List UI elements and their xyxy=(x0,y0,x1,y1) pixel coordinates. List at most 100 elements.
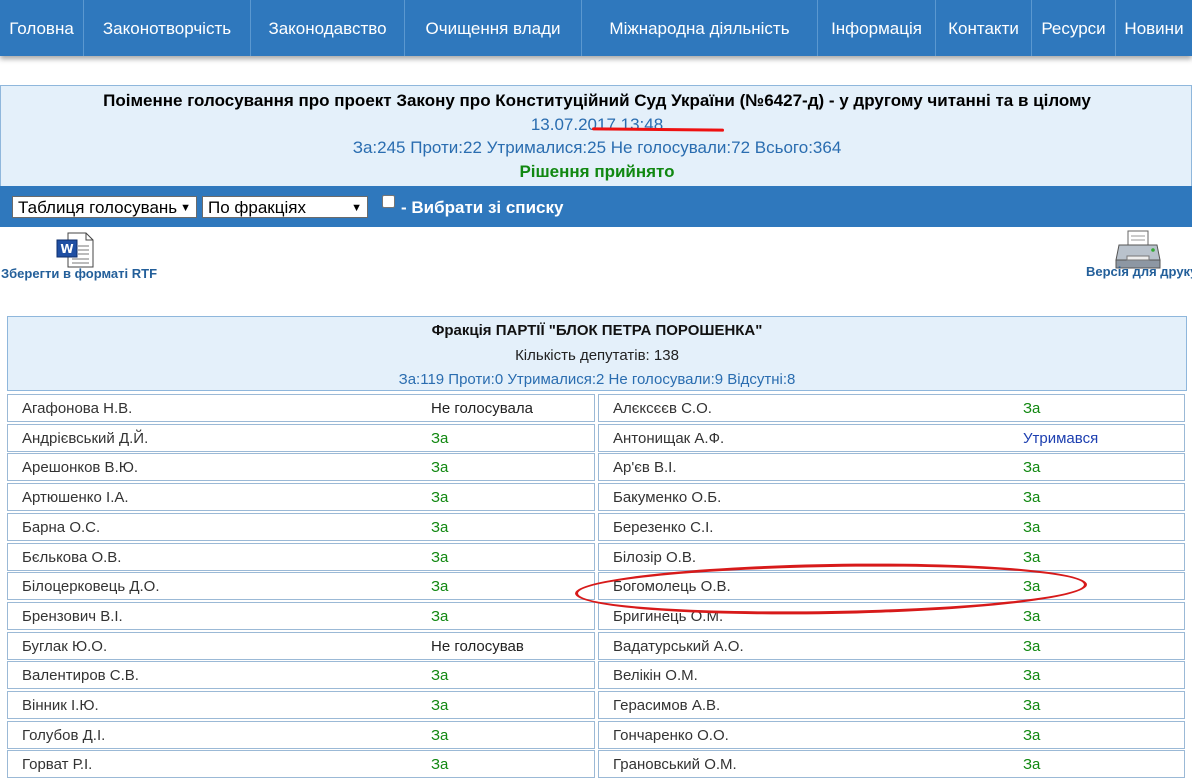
deputy-vote: За xyxy=(1023,667,1041,684)
deputy-vote: За xyxy=(431,459,449,476)
vote-title: Поіменне голосування про проект Закону п… xyxy=(103,91,1091,110)
deputy-vote: За xyxy=(1023,549,1041,566)
deputy-name: Валентиров С.В. xyxy=(22,667,139,684)
deputy-name: Артюшенко І.А. xyxy=(22,489,129,506)
deputy-vote: За xyxy=(1023,519,1041,536)
voter-row: Андрієвський Д.Й. За xyxy=(7,424,595,452)
nav-international[interactable]: Міжнародна діяльність xyxy=(582,0,818,56)
deputy-vote: За xyxy=(431,430,449,447)
deputy-vote: За xyxy=(431,549,449,566)
deputy-name: Андрієвський Д.Й. xyxy=(22,430,149,447)
deputy-vote: За xyxy=(431,756,449,773)
nav-information[interactable]: Інформація xyxy=(818,0,936,56)
nav-contacts[interactable]: Контакти xyxy=(936,0,1032,56)
view-select-value: Таблиця голосувань xyxy=(18,198,178,217)
view-select[interactable]: Таблиця голосувань ▼ xyxy=(12,196,197,218)
deputy-vote: За xyxy=(1023,638,1041,655)
voter-row: Вінник І.Ю. За xyxy=(7,691,595,719)
deputy-vote: За xyxy=(431,578,449,595)
nav-lawmaking[interactable]: Законотворчість xyxy=(84,0,251,56)
print-version-link[interactable]: Версія для друку xyxy=(1086,264,1192,279)
nav-news[interactable]: Новини xyxy=(1116,0,1192,56)
vote-totals: За:245 Проти:22 Утрималися:25 Не голосув… xyxy=(352,138,842,157)
nav-home[interactable]: Головна xyxy=(0,0,84,56)
deputy-vote: За xyxy=(431,608,449,625)
voter-row: Бєлькова О.В. За xyxy=(7,543,595,571)
vote-decision: Рішення прийнято xyxy=(519,162,675,181)
deputy-name: Агафонова Н.В. xyxy=(22,400,133,417)
deputy-name: Ар'єв В.І. xyxy=(613,459,677,476)
voter-row: Березенко С.І. За xyxy=(598,513,1185,541)
voter-row: Білоцерковець Д.О. За xyxy=(7,572,595,600)
deputy-name: Велікін О.М. xyxy=(613,667,698,684)
voter-row: Вадатурський А.О. За xyxy=(598,632,1185,660)
deputy-vote: За xyxy=(1023,459,1041,476)
voter-row: Гончаренко О.О. За xyxy=(598,721,1185,749)
deputy-vote: Не голосував xyxy=(431,638,524,655)
nav-legislation[interactable]: Законодавство xyxy=(251,0,405,56)
voter-row: Буглак Ю.О. Не голосував xyxy=(7,632,595,660)
deputy-vote: За xyxy=(1023,608,1041,625)
dropdown-arrow-icon: ▼ xyxy=(351,202,362,214)
deputy-vote: За xyxy=(431,697,449,714)
voter-row: Валентиров С.В. За xyxy=(7,661,595,689)
vote-info-panel: Поіменне голосування про проект Закону п… xyxy=(0,85,1192,187)
save-rtf-link[interactable]: Зберегти в форматі RTF xyxy=(1,266,157,281)
top-nav: Головна Законотворчість Законодавство Оч… xyxy=(0,0,1192,56)
deputy-vote: За xyxy=(1023,489,1041,506)
deputy-name: Білоцерковець Д.О. xyxy=(22,578,160,595)
deputy-name: Бєлькова О.В. xyxy=(22,549,122,566)
voter-row: Герасимов А.В. За xyxy=(598,691,1185,719)
deputy-vote: Утримався xyxy=(1023,430,1099,447)
deputy-name: Вінник І.Ю. xyxy=(22,697,99,714)
vote-datetime: 13.07.2017 13:48 xyxy=(530,115,664,134)
choose-from-list-label: - Вибрати зі списку xyxy=(401,198,564,217)
voter-row: Антонищак А.Ф. Утримався xyxy=(598,424,1185,452)
faction-member-count: Кількість депутатів: 138 xyxy=(515,347,679,364)
voter-row: Грановський О.М. За xyxy=(598,750,1185,778)
faction-stats: За:119 Проти:0 Утрималися:2 Не голосувал… xyxy=(398,371,796,388)
faction-title: Фракція ПАРТІЇ "БЛОК ПЕТРА ПОРОШЕНКА" xyxy=(431,322,763,339)
voter-row: Барна О.С. За xyxy=(7,513,595,541)
voter-row: Голубов Д.І. За xyxy=(7,721,595,749)
faction-panel: Фракція ПАРТІЇ "БЛОК ПЕТРА ПОРОШЕНКА" Кі… xyxy=(7,316,1187,391)
group-select[interactable]: По фракціях ▼ xyxy=(202,196,368,218)
voter-row: Бакуменко О.Б. За xyxy=(598,483,1185,511)
deputy-name: Антонищак А.Ф. xyxy=(613,430,725,447)
voter-row: Велікін О.М. За xyxy=(598,661,1185,689)
deputy-vote: За xyxy=(431,519,449,536)
deputy-vote: За xyxy=(1023,400,1041,417)
deputy-vote: За xyxy=(431,489,449,506)
deputy-name: Герасимов А.В. xyxy=(613,697,721,714)
voter-row: Артюшенко І.А. За xyxy=(7,483,595,511)
voter-row: Брензович В.І. За xyxy=(7,602,595,630)
deputy-vote: За xyxy=(1023,727,1041,744)
voter-row: Алєксєєв С.О. За xyxy=(598,394,1185,422)
toolbar: Таблиця голосувань ▼ По фракціях ▼ xyxy=(0,186,1192,227)
deputy-vote: Не голосувала xyxy=(431,400,533,417)
deputy-name: Алєксєєв С.О. xyxy=(613,400,712,417)
deputy-vote: За xyxy=(1023,697,1041,714)
voter-row: Ар'єв В.І. За xyxy=(598,453,1185,481)
deputy-name: Горват Р.І. xyxy=(22,756,93,773)
deputy-vote: За xyxy=(431,667,449,684)
svg-text:W: W xyxy=(60,242,73,256)
deputy-name: Грановський О.М. xyxy=(613,756,737,773)
nav-resources[interactable]: Ресурси xyxy=(1032,0,1116,56)
deputy-name: Буглак Ю.О. xyxy=(22,638,108,655)
deputy-name: Березенко С.І. xyxy=(613,519,714,536)
deputy-name: Вадатурський А.О. xyxy=(613,638,744,655)
deputy-name: Бакуменко О.Б. xyxy=(613,489,722,506)
nav-lustration[interactable]: Очищення влади xyxy=(405,0,582,56)
group-select-value: По фракціях xyxy=(208,198,306,217)
word-document-icon[interactable]: W xyxy=(56,232,94,268)
deputy-name: Арешонков В.Ю. xyxy=(22,459,139,476)
deputy-name: Брензович В.І. xyxy=(22,608,123,625)
deputy-vote: За xyxy=(1023,756,1041,773)
choose-from-list-checkbox[interactable] xyxy=(382,195,395,208)
deputy-vote: За xyxy=(431,727,449,744)
voter-row: Горват Р.І. За xyxy=(7,750,595,778)
voter-row: Арешонков В.Ю. За xyxy=(7,453,595,481)
dropdown-arrow-icon: ▼ xyxy=(180,202,191,214)
deputy-name: Гончаренко О.О. xyxy=(613,727,729,744)
